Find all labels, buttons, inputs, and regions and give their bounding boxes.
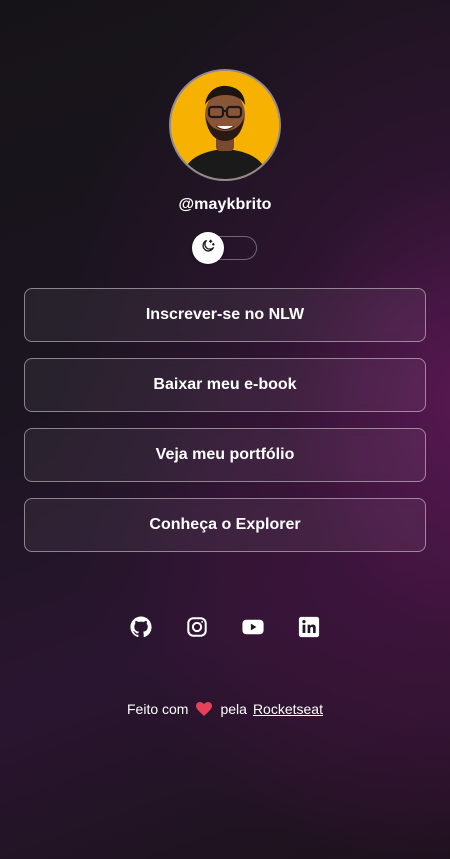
link-item: Baixar meu e-book xyxy=(24,358,426,412)
page-container: @maykbrito Inscrever-se no NLW Baixar me… xyxy=(24,0,426,717)
avatar-photo xyxy=(171,71,279,179)
youtube-icon[interactable] xyxy=(242,616,264,638)
footer-middle: pela xyxy=(220,701,247,717)
theme-toggle-switch[interactable] xyxy=(192,232,257,264)
social-links xyxy=(130,616,320,638)
profile-handle: @maykbrito xyxy=(178,196,272,213)
rocketseat-link[interactable]: Rocketseat xyxy=(253,701,323,717)
instagram-icon[interactable] xyxy=(186,616,208,638)
footer: Feito com pela Rocketseat xyxy=(127,701,323,717)
link-item: Veja meu portfólio xyxy=(24,428,426,482)
link-button-portfolio[interactable]: Veja meu portfólio xyxy=(24,428,426,482)
link-button-nlw[interactable]: Inscrever-se no NLW xyxy=(24,288,426,342)
footer-prefix: Feito com xyxy=(127,701,189,717)
heart-icon xyxy=(196,702,213,716)
avatar xyxy=(169,69,281,181)
theme-toggle-knob[interactable] xyxy=(192,232,224,264)
link-button-ebook[interactable]: Baixar meu e-book xyxy=(24,358,426,412)
github-icon[interactable] xyxy=(130,616,152,638)
moon-stars-icon xyxy=(200,238,216,259)
linkedin-icon[interactable] xyxy=(298,616,320,638)
link-item: Conheça o Explorer xyxy=(24,498,426,552)
link-button-explorer[interactable]: Conheça o Explorer xyxy=(24,498,426,552)
link-item: Inscrever-se no NLW xyxy=(24,288,426,342)
link-list: Inscrever-se no NLW Baixar meu e-book Ve… xyxy=(24,288,426,552)
